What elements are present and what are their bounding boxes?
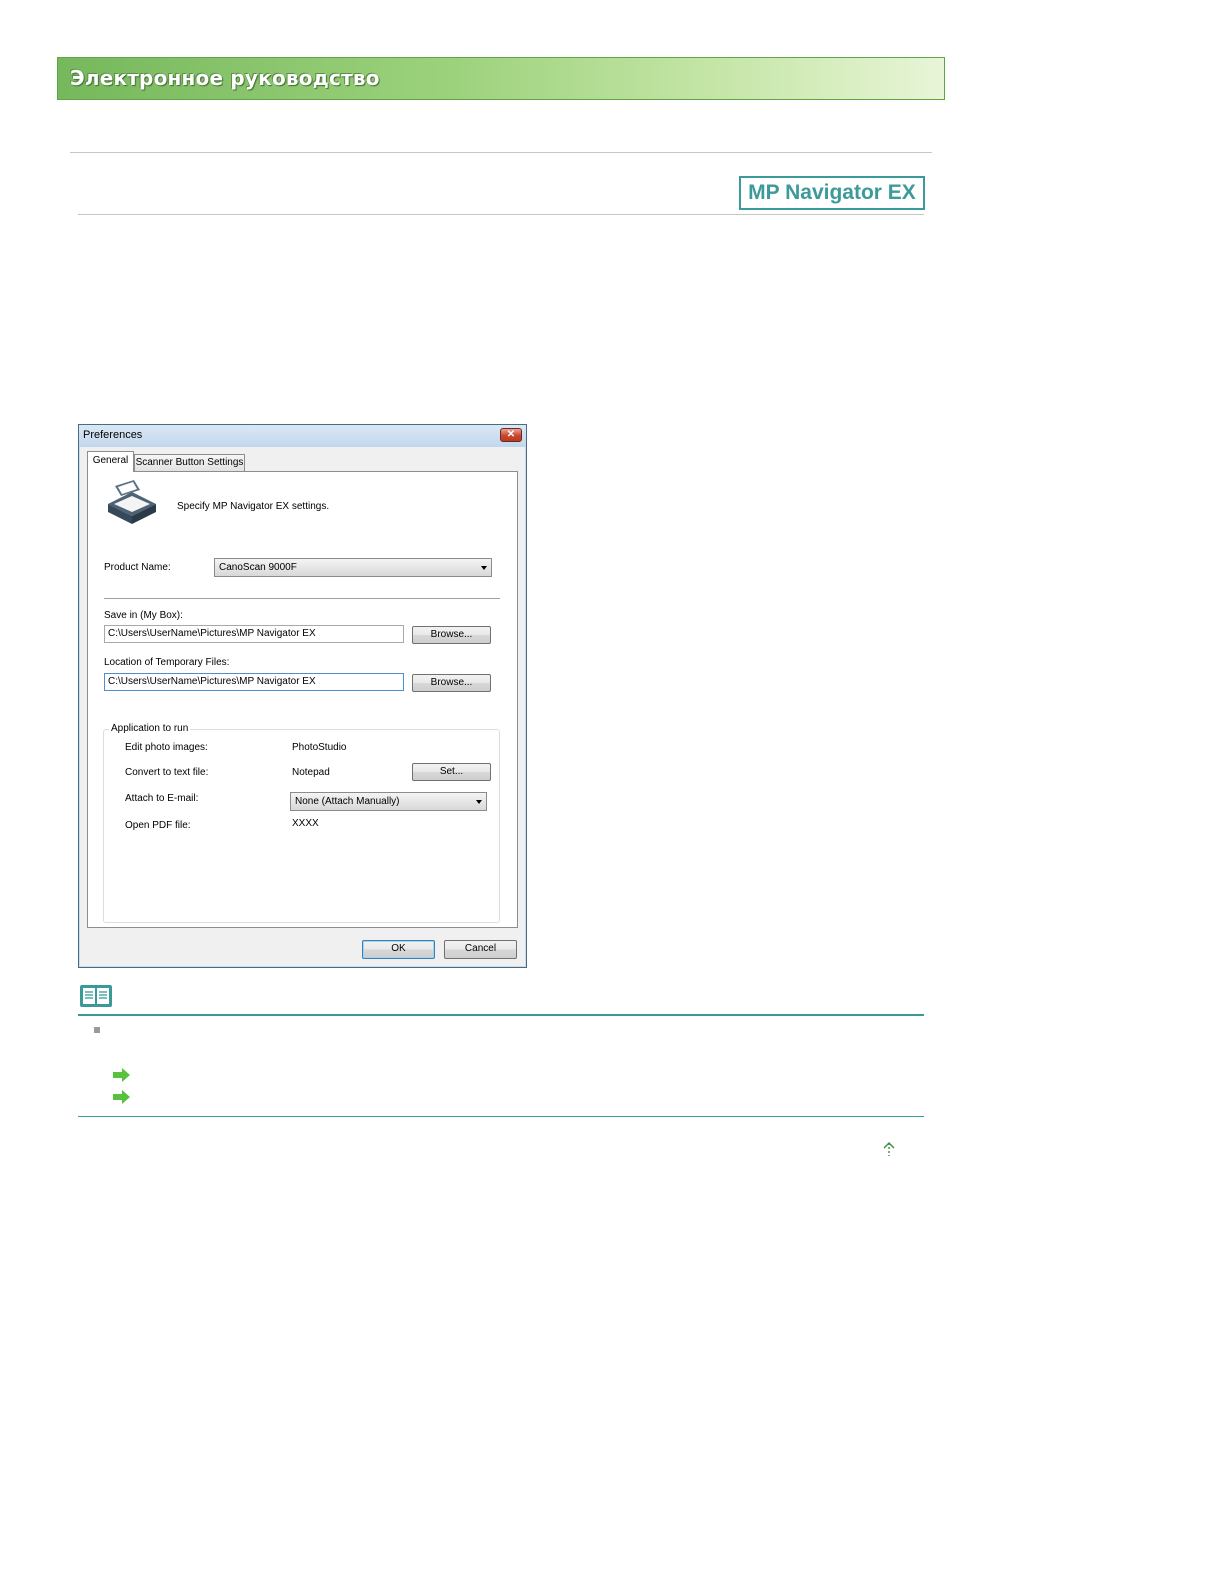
divider bbox=[70, 152, 932, 153]
header-banner: Электронное руководство bbox=[57, 57, 945, 100]
edit-photo-label: Edit photo images: bbox=[125, 742, 208, 753]
open-pdf-value: XXXX bbox=[292, 818, 319, 829]
temp-files-label: Location of Temporary Files: bbox=[104, 657, 230, 668]
attach-email-value: None (Attach Manually) bbox=[295, 796, 400, 807]
back-to-top-icon[interactable] bbox=[882, 1141, 896, 1157]
product-name-label: Product Name: bbox=[104, 562, 171, 573]
convert-text-label: Convert to text file: bbox=[125, 767, 209, 778]
scanner-icon bbox=[108, 480, 156, 524]
note-book-icon bbox=[80, 985, 112, 1007]
application-group: Application to run Edit photo images: Ph… bbox=[103, 723, 500, 923]
dialog-title: Preferences bbox=[83, 429, 143, 441]
save-in-label: Save in (My Box): bbox=[104, 610, 183, 621]
arrow-right-icon[interactable] bbox=[113, 1090, 131, 1104]
ok-button[interactable]: OK bbox=[362, 940, 435, 959]
close-icon: ✕ bbox=[506, 429, 516, 440]
note-divider bbox=[78, 1014, 924, 1016]
application-group-title: Application to run bbox=[109, 723, 191, 734]
arrow-right-icon[interactable] bbox=[113, 1068, 131, 1082]
product-name-value: CanoScan 9000F bbox=[219, 562, 297, 573]
temp-files-field[interactable]: C:\Users\UserName\Pictures\MP Navigator … bbox=[104, 673, 404, 691]
dialog-client: General Scanner Button Settings Specify … bbox=[80, 447, 525, 966]
section-separator bbox=[104, 598, 500, 602]
dialog-description: Specify MP Navigator EX settings. bbox=[177, 501, 330, 512]
product-name-select[interactable]: CanoScan 9000F bbox=[214, 558, 492, 577]
divider bbox=[78, 214, 924, 215]
dialog-titlebar: Preferences ✕ bbox=[79, 425, 526, 447]
convert-text-value: Notepad bbox=[292, 767, 330, 778]
edit-photo-value: PhotoStudio bbox=[292, 742, 347, 753]
tab-scanner-button-settings[interactable]: Scanner Button Settings bbox=[134, 454, 245, 471]
chevron-down-icon bbox=[481, 566, 487, 570]
temp-files-browse-button[interactable]: Browse... bbox=[412, 674, 491, 692]
convert-text-set-button[interactable]: Set... bbox=[412, 763, 491, 781]
product-badge: MP Navigator EX bbox=[739, 176, 925, 210]
save-in-browse-button[interactable]: Browse... bbox=[412, 626, 491, 644]
chevron-down-icon bbox=[476, 800, 482, 804]
note-bottom-divider bbox=[78, 1116, 924, 1117]
cancel-button[interactable]: Cancel bbox=[444, 940, 517, 959]
preferences-dialog: Preferences ✕ General Scanner Button Set… bbox=[78, 424, 527, 968]
open-pdf-label: Open PDF file: bbox=[125, 820, 191, 831]
close-button[interactable]: ✕ bbox=[500, 428, 522, 442]
general-tab-panel: Specify MP Navigator EX settings. Produc… bbox=[87, 471, 518, 928]
attach-email-select[interactable]: None (Attach Manually) bbox=[290, 792, 487, 811]
save-in-field[interactable]: C:\Users\UserName\Pictures\MP Navigator … bbox=[104, 625, 404, 643]
bullet-icon bbox=[94, 1027, 100, 1033]
tab-general[interactable]: General bbox=[87, 451, 134, 472]
page-title: Электронное руководство bbox=[70, 66, 380, 90]
attach-email-label: Attach to E-mail: bbox=[125, 793, 199, 804]
